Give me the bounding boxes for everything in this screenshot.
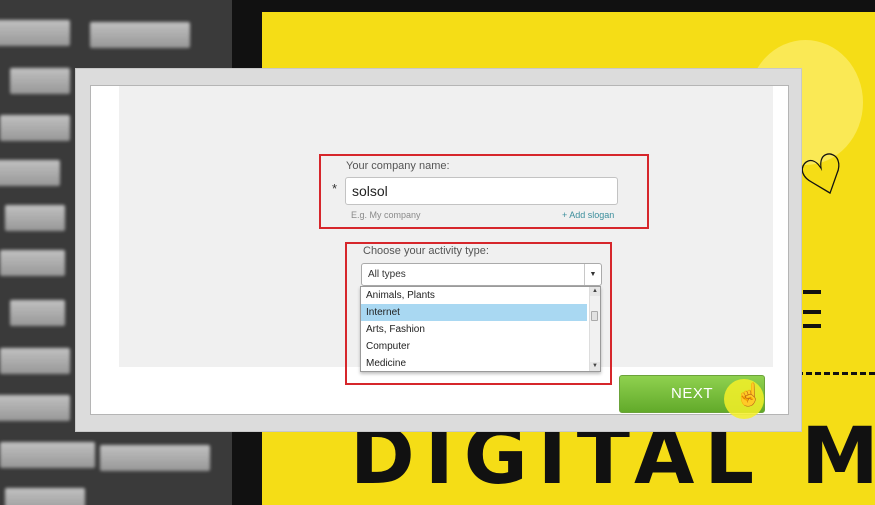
dropdown-option[interactable]: Arts, Fashion xyxy=(361,321,587,338)
activity-type-dropdown[interactable]: Animals, Plants Internet Arts, Fashion C… xyxy=(360,286,601,372)
dropdown-arrow-icon[interactable]: ▼ xyxy=(584,264,601,285)
company-name-hint: E.g. My company xyxy=(351,210,421,220)
company-name-label: Your company name: xyxy=(346,160,450,172)
activity-type-select[interactable]: All types ▼ xyxy=(361,263,602,286)
company-name-group: Your company name: * E.g. My company + A… xyxy=(319,154,649,229)
poster-stroke xyxy=(803,324,821,328)
form-area: Your company name: * E.g. My company + A… xyxy=(119,86,773,385)
activity-type-label: Choose your activity type: xyxy=(363,245,489,257)
required-mark: * xyxy=(332,181,338,196)
poster-stroke xyxy=(803,290,821,294)
scroll-up-icon[interactable]: ▲ xyxy=(590,287,600,296)
dropdown-option[interactable]: Animals, Plants xyxy=(361,287,587,304)
poster-stroke xyxy=(803,310,821,314)
hand-cursor-icon: ☝ xyxy=(735,382,763,407)
dialog-content: Your company name: * E.g. My company + A… xyxy=(90,85,789,419)
scroll-thumb[interactable] xyxy=(591,311,598,321)
activity-type-group: Choose your activity type: All types ▼ A… xyxy=(345,242,612,385)
dropdown-option[interactable]: Medicine xyxy=(361,355,587,371)
scroll-down-icon[interactable]: ▼ xyxy=(590,362,600,371)
add-slogan-link[interactable]: + Add slogan xyxy=(562,210,614,220)
company-name-input[interactable] xyxy=(345,177,618,205)
dropdown-option[interactable]: Computer xyxy=(361,338,587,355)
setup-dialog: Your company name: * E.g. My company + A… xyxy=(75,68,802,432)
dropdown-option[interactable]: Internet xyxy=(361,304,587,321)
activity-type-selected-value: All types xyxy=(368,269,406,280)
dropdown-scrollbar[interactable]: ▲ ▼ xyxy=(589,287,600,371)
